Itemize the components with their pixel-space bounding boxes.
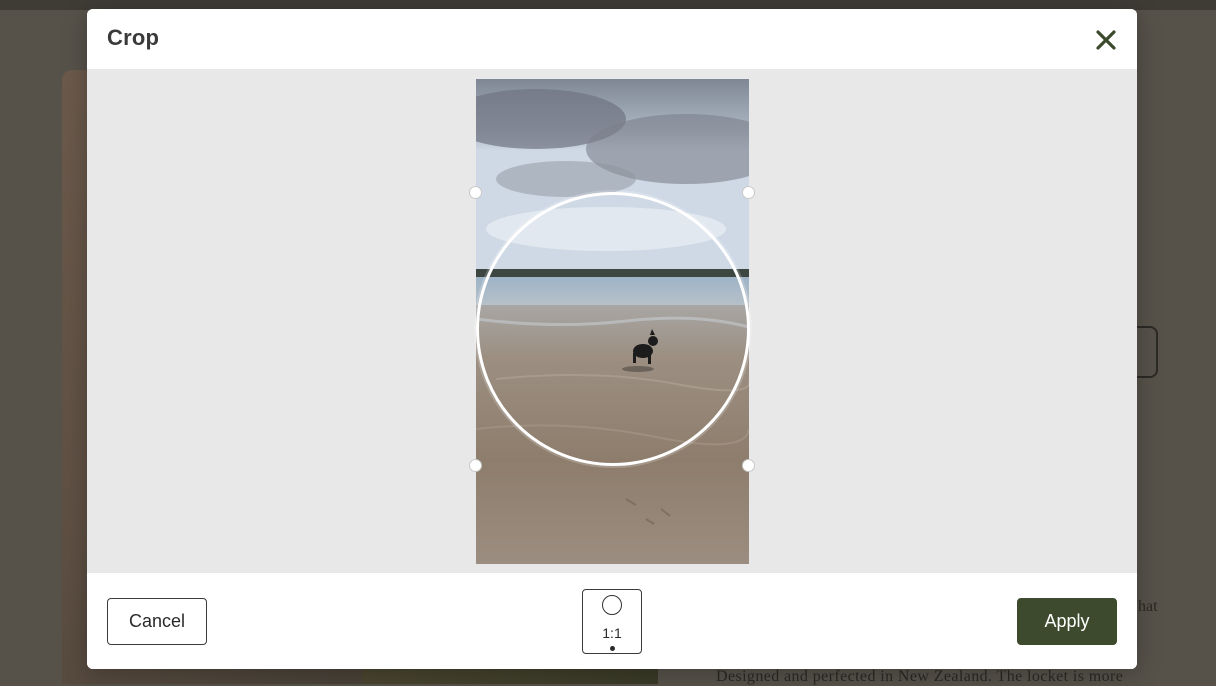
selected-indicator [610, 646, 615, 651]
modal-footer: Cancel 1:1 Apply [87, 573, 1137, 669]
crop-handle-top-right[interactable] [742, 186, 755, 199]
close-icon [1096, 30, 1116, 50]
background-description: Designed and perfected in New Zealand. T… [716, 668, 1124, 685]
background-text-fragment: hat [1138, 598, 1158, 615]
modal-header: Crop [87, 9, 1137, 69]
aspect-ratio-label: 1:1 [602, 625, 622, 641]
crop-modal: Crop Cancel 1:1 Apply [87, 9, 1137, 669]
cancel-button[interactable]: Cancel [107, 598, 207, 645]
crop-handle-bottom-right[interactable] [742, 459, 755, 472]
crop-area [87, 69, 1137, 573]
modal-title: Crop [107, 25, 160, 50]
crop-handle-bottom-left[interactable] [469, 459, 482, 472]
crop-selection-circle[interactable] [476, 192, 750, 466]
aspect-ratio-option-1-1[interactable]: 1:1 [582, 589, 642, 654]
close-button[interactable] [1089, 23, 1123, 57]
apply-button[interactable]: Apply [1017, 598, 1117, 645]
circle-icon [602, 595, 622, 615]
crop-handle-top-left[interactable] [469, 186, 482, 199]
